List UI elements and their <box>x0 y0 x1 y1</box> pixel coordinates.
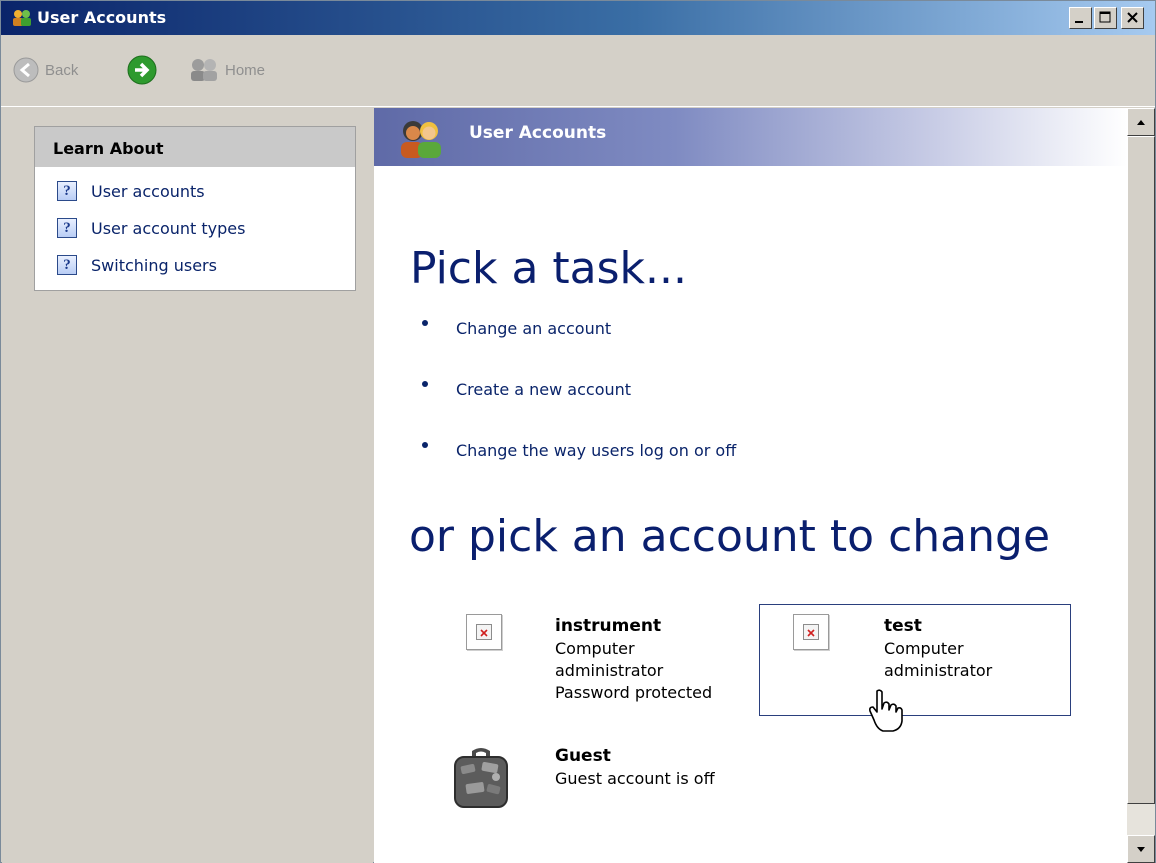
task-link[interactable]: Change an account <box>456 319 611 338</box>
back-button[interactable]: Back <box>13 55 78 85</box>
learn-about-panel: Learn About ? User accounts ? User accou… <box>34 126 356 291</box>
account-picture <box>793 614 829 650</box>
account-type: Computer administrator Password protecte… <box>555 638 712 704</box>
home-icon <box>191 59 217 81</box>
learn-link[interactable]: User account types <box>91 219 245 238</box>
account-name: Guest <box>555 746 611 766</box>
hand-pointer-icon <box>869 689 903 732</box>
account-test[interactable]: test Computer administrator <box>759 604 1071 716</box>
help-icon: ? <box>57 181 77 201</box>
broken-image-icon <box>803 624 819 640</box>
user-accounts-window: User Accounts Back Home Learn About ? Us… <box>0 0 1156 863</box>
arrow-up-icon <box>1137 120 1145 125</box>
account-name: instrument <box>555 616 662 636</box>
broken-image-icon <box>476 624 492 640</box>
forward-button[interactable] <box>127 55 157 85</box>
task-link[interactable]: Create a new account <box>456 380 631 399</box>
close-button[interactable] <box>1121 7 1144 29</box>
account-name: test <box>884 616 922 636</box>
suitcase-icon <box>454 748 508 808</box>
task-change-logon[interactable]: Change the way users log on or off <box>422 438 736 462</box>
learn-about-heading: Learn About <box>35 127 355 167</box>
left-task-pane: Learn About ? User accounts ? User accou… <box>2 108 373 863</box>
bullet <box>422 320 428 326</box>
back-arrow-icon <box>13 57 39 83</box>
account-desc-line: administrator <box>884 661 993 680</box>
back-label: Back <box>45 61 79 79</box>
bullet <box>422 442 428 448</box>
minimize-button[interactable] <box>1069 7 1092 29</box>
account-guest[interactable]: Guest Guest account is off <box>452 745 752 835</box>
learn-link[interactable]: User accounts <box>91 182 205 201</box>
page-header-title: User Accounts <box>469 123 607 143</box>
navigation-toolbar: Back Home <box>1 35 1155 107</box>
forward-arrow-icon <box>127 55 157 85</box>
account-desc-line: Computer <box>884 639 964 658</box>
account-type: Guest account is off <box>555 768 715 790</box>
learn-item-user-account-types[interactable]: ? User account types <box>57 217 245 239</box>
task-link[interactable]: Change the way users log on or off <box>456 441 736 460</box>
account-desc-line: administrator <box>555 661 664 680</box>
account-desc-line: Guest account is off <box>555 769 715 788</box>
task-create-account[interactable]: Create a new account <box>422 377 631 401</box>
home-label: Home <box>225 61 266 79</box>
account-picture <box>466 614 502 650</box>
main-content-pane: User Accounts Pick a task... Change an a… <box>374 108 1127 863</box>
pick-task-heading: Pick a task... <box>410 243 687 294</box>
scroll-up-button[interactable] <box>1127 108 1155 136</box>
learn-link[interactable]: Switching users <box>91 256 217 275</box>
learn-item-user-accounts[interactable]: ? User accounts <box>57 180 205 202</box>
maximize-button[interactable] <box>1094 7 1117 29</box>
home-button[interactable]: Home <box>189 55 265 85</box>
title-bar[interactable]: User Accounts <box>1 1 1155 35</box>
task-change-account[interactable]: Change an account <box>422 316 611 340</box>
users-icon <box>401 121 441 158</box>
close-icon <box>1127 12 1138 23</box>
window-title: User Accounts <box>37 8 167 27</box>
account-type: Computer administrator <box>884 638 992 682</box>
scroll-thumb[interactable] <box>1127 136 1155 804</box>
arrow-down-icon <box>1137 847 1145 852</box>
minimize-icon <box>1075 21 1083 23</box>
help-icon: ? <box>57 218 77 238</box>
bullet <box>422 381 428 387</box>
users-icon <box>13 10 31 26</box>
maximize-icon <box>1099 11 1111 23</box>
account-desc-line: Computer <box>555 639 635 658</box>
account-instrument[interactable]: instrument Computer administrator Passwo… <box>462 614 752 714</box>
pick-account-heading: or pick an account to change <box>409 511 1051 562</box>
help-icon: ? <box>57 255 77 275</box>
vertical-scrollbar[interactable] <box>1127 108 1155 863</box>
page-header: User Accounts <box>374 108 1127 166</box>
account-desc-line: Password protected <box>555 683 713 702</box>
learn-item-switching-users[interactable]: ? Switching users <box>57 254 217 276</box>
scroll-down-button[interactable] <box>1127 835 1155 863</box>
